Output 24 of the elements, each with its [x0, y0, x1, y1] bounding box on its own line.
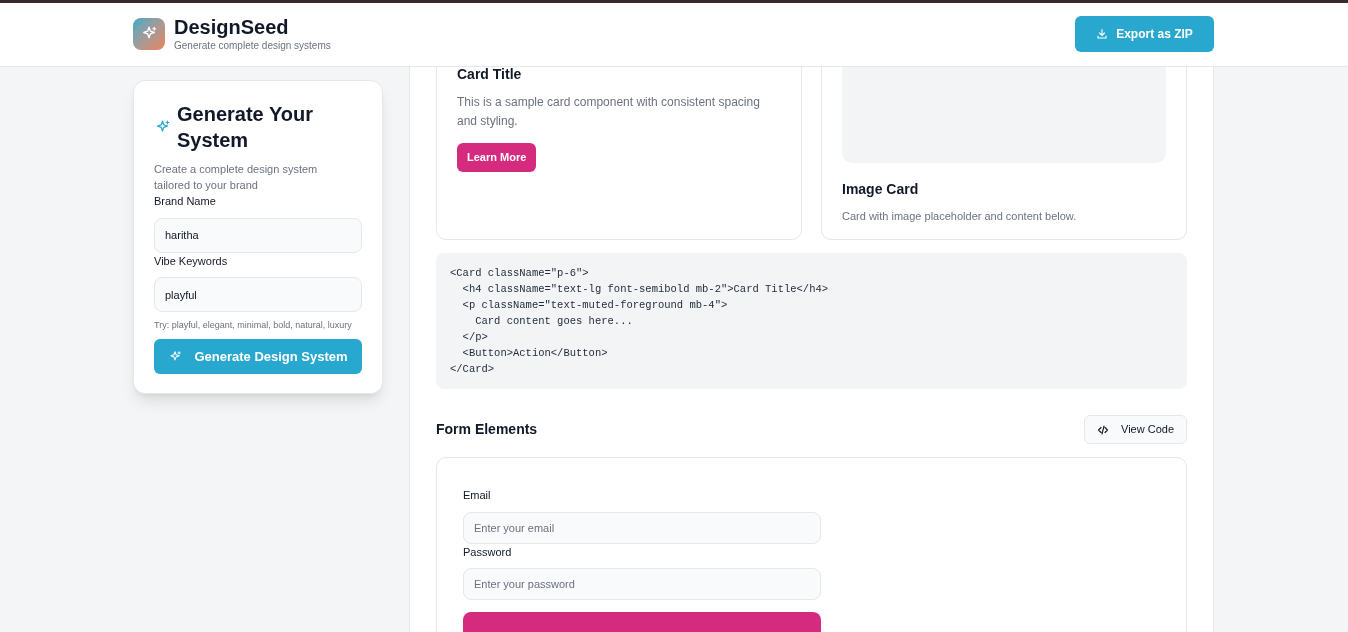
field-label: Password	[463, 544, 513, 560]
panel-subtitle: Create a complete design system tailored to your brand	[154, 162, 319, 193]
hint-text: Try: playful, elegant, minimal, bold, natural, luxury	[154, 319, 353, 331]
view-code-button[interactable]: View Code	[1084, 415, 1187, 444]
panel-title: Generate Your System	[177, 102, 314, 153]
section-title: Form Elements	[436, 420, 538, 439]
card-description: Card with image placeholder and content below.	[842, 209, 1078, 224]
field-label: Brand Name	[154, 194, 217, 209]
card-title: Image Card	[842, 180, 920, 199]
app-name: DesignSeed	[174, 15, 290, 39]
card-title: Card Title	[457, 65, 523, 84]
app-tagline: Generate complete design systems	[174, 39, 331, 53]
text-field[interactable]: playful	[154, 277, 362, 312]
field-label: Email	[463, 488, 492, 503]
text-field[interactable]: Enter your password	[463, 568, 821, 600]
logo-icon	[133, 18, 165, 50]
text-field[interactable]: Enter your email	[463, 511, 821, 544]
learn-more-button[interactable]: Learn More	[457, 143, 537, 172]
download-icon	[1096, 27, 1109, 40]
field-label: Vibe Keywords	[154, 253, 229, 269]
text-field[interactable]: haritha	[154, 217, 362, 253]
card-description: This is a sample card component with consistent spacing and styling.	[457, 94, 761, 130]
code-icon	[1097, 423, 1109, 436]
code-block: <Card className="p-6"> <h4 className="text-lg font-semibold mb-2">Card Title</h4> <p className="text-muted-foreground mb-4"> Card content goes here... </p> <Button>Action</Button> </Card>	[436, 253, 1187, 389]
